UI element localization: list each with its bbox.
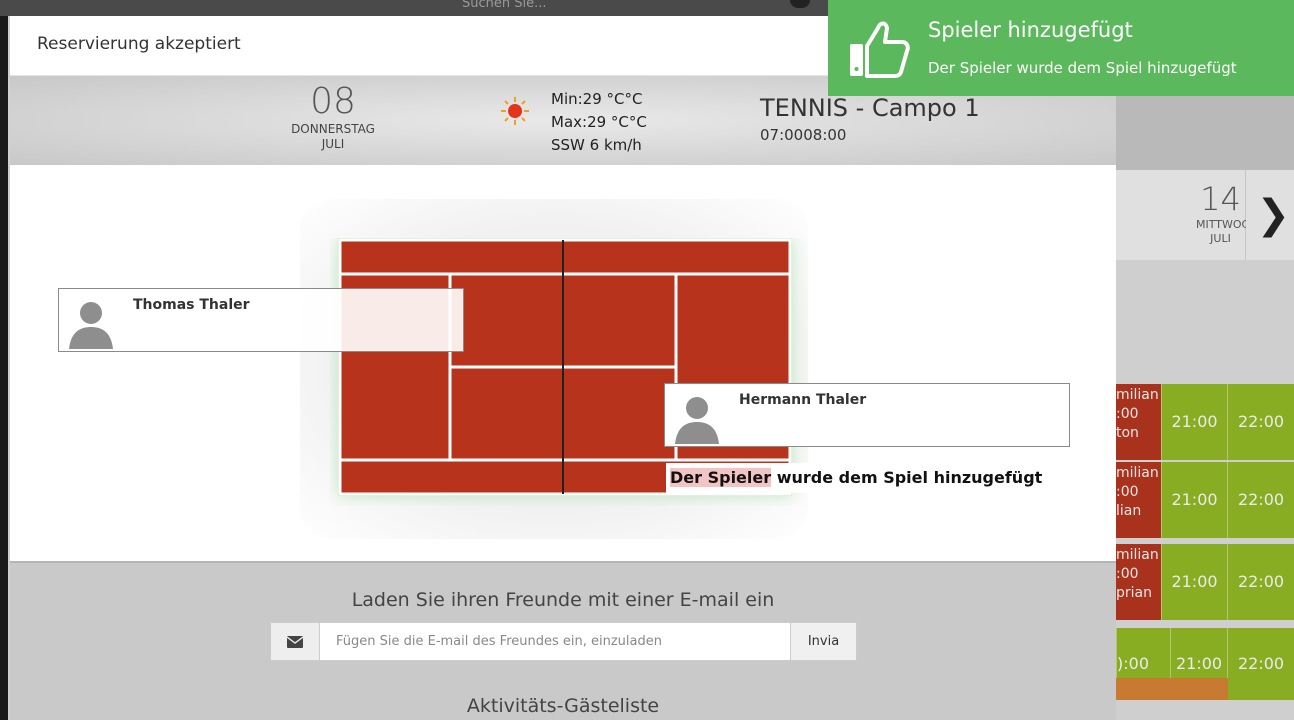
slot-booked[interactable]: milian :00 lian [1116, 462, 1161, 538]
date-card-weekday: MITTWOCH [1196, 218, 1258, 231]
slot-free[interactable]: 22:00 [1227, 628, 1294, 700]
invite-form: Invia [270, 622, 857, 661]
avatar-icon [667, 386, 727, 444]
slot-free[interactable]: 21:00 [1161, 462, 1227, 538]
left-edge [0, 16, 8, 720]
slot-booked[interactable]: milian :00 ton [1116, 384, 1161, 460]
slot-row: milian :00 ton 21:00 22:00 [1116, 384, 1294, 460]
avatar-icon [61, 291, 121, 349]
invite-send-button[interactable]: Invia [790, 623, 856, 660]
slot-free[interactable]: 22:00 [1227, 462, 1294, 538]
court-info: TENNIS - Campo 1 07:0008:00 [760, 94, 980, 146]
slot-row: milian :00 lian 21:00 22:00 [1116, 462, 1294, 538]
date-block: 08 DONNERSTAG JULI [270, 82, 396, 152]
player-added-highlight: Der Spieler [670, 468, 772, 487]
slot-free[interactable]: 22:00 [1227, 544, 1294, 620]
date-day: 08 [310, 81, 356, 122]
weather-wind: SSW 6 km/h [551, 136, 642, 154]
invite-section: Laden Sie ihren Freunde mit einer E-mail… [10, 561, 1116, 720]
player-added-message: Der Spieler wurde dem Spiel hinzugefügt [666, 463, 1070, 493]
toast-title: Spieler hinzugefügt [928, 18, 1133, 42]
next-date-chevron-icon[interactable]: ❯ [1246, 170, 1294, 260]
envelope-icon [271, 623, 320, 660]
sun-icon [501, 97, 529, 125]
weather-min: Min:29 °C°C [551, 90, 643, 108]
guest-list-title: Aktivitäts-Gästeliste [466, 695, 660, 717]
date-card-month: JULI [1210, 232, 1231, 245]
player-name: Thomas Thaler [133, 297, 250, 313]
player-card[interactable]: Thomas Thaler [58, 288, 464, 352]
slot-free[interactable]: 21:00 [1161, 544, 1227, 620]
weather-info: Min:29 °C°C Max:29 °C°C SSW 6 km/h [551, 88, 647, 157]
slot-booked[interactable]: milian :00 prian [1116, 544, 1161, 620]
invite-email-input[interactable] [320, 623, 790, 660]
search-input[interactable]: Suchen Sie... [462, 0, 547, 11]
player-added-rest: wurde dem Spiel hinzugefügt [771, 468, 1043, 487]
slot-free[interactable]: 21:00 [1161, 384, 1227, 460]
slot-row: ):00 21:00 22:00 [1116, 628, 1294, 700]
court-time: 07:0008:00 [760, 126, 847, 144]
court-title: TENNIS - Campo 1 [760, 94, 980, 122]
player-card[interactable]: Hermann Thaler [664, 383, 1070, 447]
date-card[interactable]: 14 MITTWOCH JULI [1116, 170, 1258, 260]
toast-notification[interactable]: Spieler hinzugefügt Der Spieler wurde de… [828, 0, 1294, 96]
user-icon[interactable] [790, 0, 810, 8]
toast-message: Der Spieler wurde dem Spiel hinzugefügt [928, 59, 1237, 77]
slot-free[interactable]: 22:00 [1227, 384, 1294, 460]
thumbs-up-icon [850, 21, 910, 78]
player-name: Hermann Thaler [739, 392, 867, 408]
slot-progress [1116, 678, 1228, 700]
slot-row: milian :00 prian 21:00 22:00 [1116, 544, 1294, 620]
weather-max: Max:29 °C°C [551, 113, 647, 131]
invite-title: Laden Sie ihren Freunde mit einer E-mail… [351, 589, 775, 611]
date-card-day: 14 [1200, 180, 1241, 218]
reservation-modal: Reservierung akzeptiert 08 DONNERSTAG JU… [10, 16, 1116, 720]
date-month: JULI [321, 137, 345, 151]
calendar-header-band [1116, 96, 1294, 170]
date-weekday: DONNERSTAG [291, 122, 375, 136]
